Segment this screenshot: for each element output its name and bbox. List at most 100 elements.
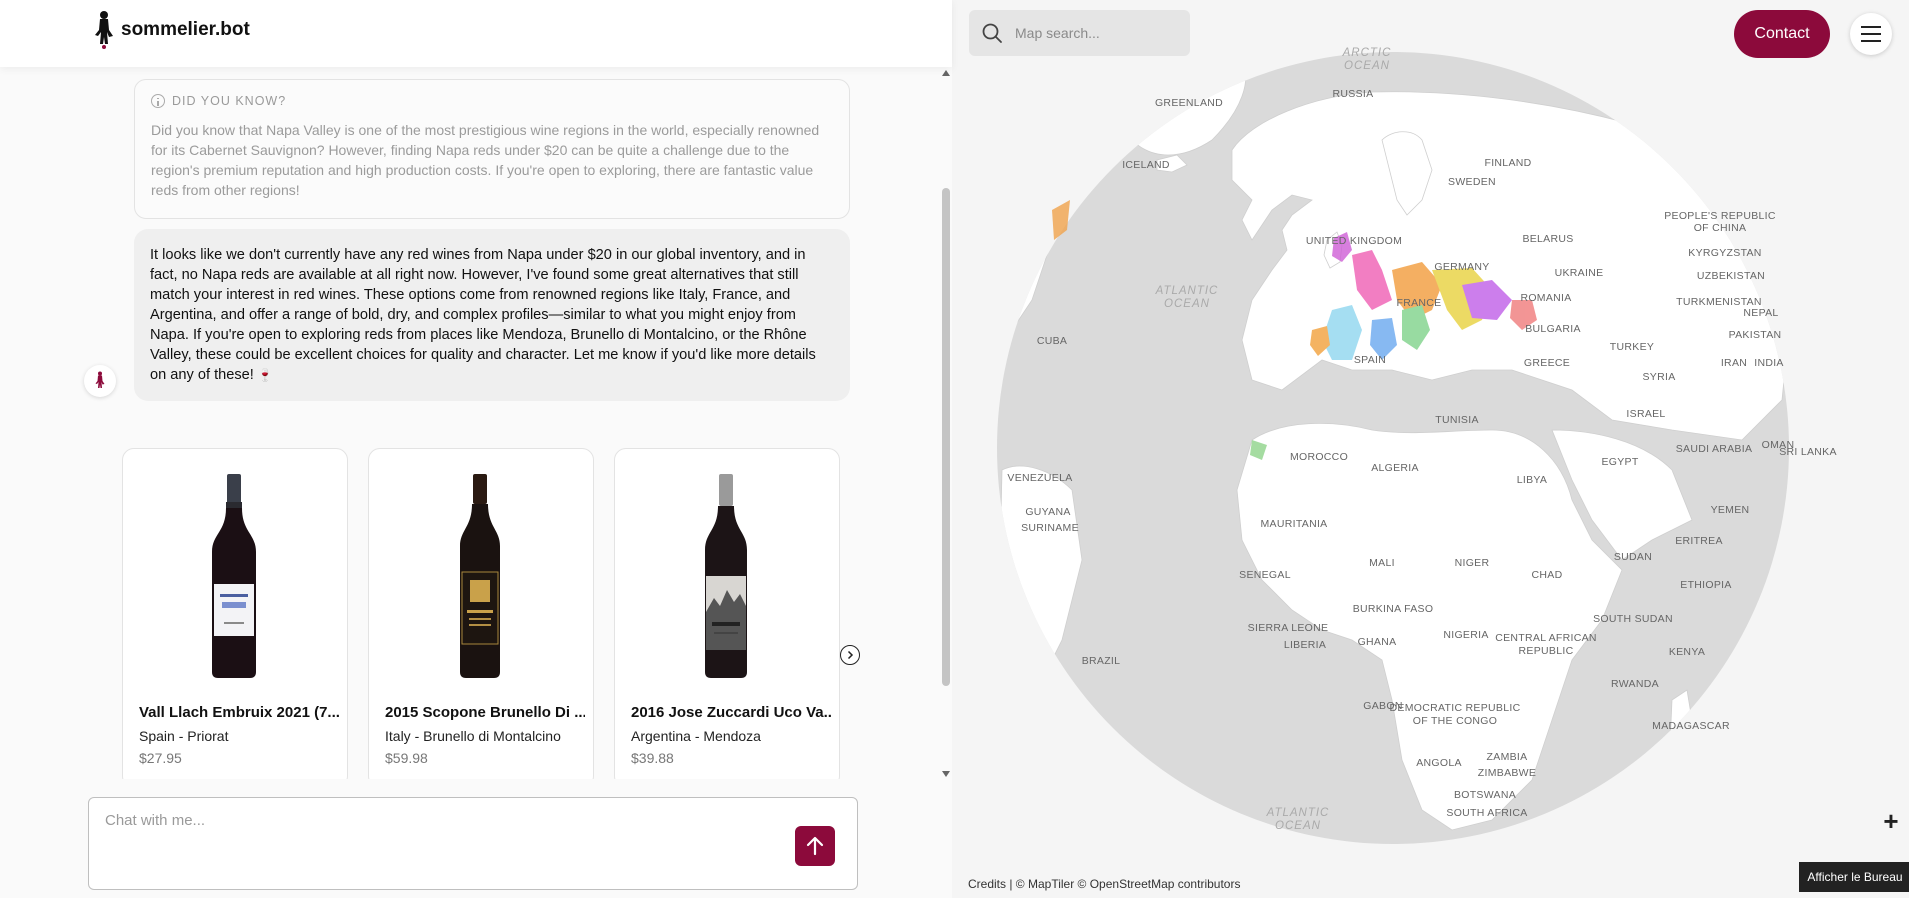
- country-label: ICELAND: [1122, 159, 1170, 171]
- country-label: GERMANY: [1434, 261, 1489, 273]
- country-label: ISRAEL: [1626, 408, 1665, 420]
- country-label: SUDAN: [1614, 551, 1652, 563]
- wine-bottle-image: [159, 465, 309, 689]
- country-label: SOUTH SUDAN: [1593, 613, 1673, 625]
- map-search-input[interactable]: [1015, 25, 1175, 41]
- country-label: BULGARIA: [1525, 323, 1581, 335]
- country-label: SYRIA: [1642, 371, 1675, 383]
- wine-carousel: Vall Llach Embruix 2021 (7... Spain - Pr…: [122, 448, 882, 779]
- chat-pane: sommelier.bot DID YOU KNOW? Did you know…: [0, 0, 952, 898]
- bot-message-text: It looks like we don't currently have an…: [150, 247, 816, 383]
- wine-card[interactable]: 2015 Scopone Brunello Di ... Italy - Bru…: [368, 448, 594, 779]
- sommelier-logo-icon: [95, 11, 113, 49]
- country-label: NEPAL: [1743, 307, 1778, 319]
- country-label: EGYPT: [1601, 456, 1638, 468]
- country-label: IRAN: [1721, 357, 1747, 369]
- wine-name: 2015 Scopone Brunello Di ...: [385, 704, 585, 721]
- wine-region: Spain - Priorat: [139, 728, 229, 744]
- country-label: INDIA: [1754, 357, 1784, 369]
- wine-bottle-image: [405, 465, 555, 689]
- country-label: ROMANIA: [1520, 292, 1571, 304]
- menu-line: [1861, 26, 1881, 28]
- country-label: BOTSWANA: [1454, 789, 1516, 801]
- country-label: VENEZUELA: [1007, 472, 1072, 484]
- scrollbar-thumb[interactable]: [942, 188, 950, 686]
- country-label: FRANCE: [1397, 297, 1442, 309]
- wine-name: Vall Llach Embruix 2021 (7...: [139, 704, 339, 721]
- send-button[interactable]: [795, 826, 835, 866]
- country-label: OF THE CONGO: [1413, 715, 1498, 727]
- sommelier-avatar-icon: [95, 371, 105, 388]
- wine-price: $39.88: [631, 750, 674, 766]
- country-label: MADAGASCAR: [1652, 720, 1730, 732]
- country-label: ZAMBIA: [1487, 751, 1528, 763]
- country-label: CENTRAL AFRICAN: [1495, 632, 1597, 644]
- bot-avatar: [84, 365, 116, 397]
- ocean-label: OCEAN: [1344, 60, 1390, 72]
- ocean-label: ATLANTIC: [1266, 807, 1330, 819]
- country-label: UZBEKISTAN: [1697, 270, 1765, 282]
- info-icon: [151, 94, 165, 108]
- globe-map[interactable]: ARCTIC OCEAN ATLANTIC OCEAN ATLANTIC OCE…: [952, 0, 1909, 898]
- country-label: RUSSIA: [1333, 88, 1374, 100]
- country-label: GUYANA: [1025, 506, 1070, 518]
- map-attribution[interactable]: Credits | © MapTiler © OpenStreetMap con…: [968, 877, 1240, 891]
- contact-button[interactable]: Contact: [1734, 10, 1830, 58]
- afficher-le-bureau-tooltip: Afficher le Bureau: [1799, 862, 1909, 892]
- scroll-up-arrow[interactable]: [942, 70, 950, 76]
- country-label: CHAD: [1532, 569, 1563, 581]
- hamburger-menu-button[interactable]: [1850, 13, 1892, 55]
- wine-name: 2016 Jose Zuccardi Uco Va...: [631, 704, 831, 721]
- country-label: ETHIOPIA: [1680, 579, 1731, 591]
- country-label: SRI LANKA: [1779, 446, 1837, 458]
- country-label: UNITED KINGDOM: [1306, 235, 1402, 247]
- country-label: LIBYA: [1517, 474, 1548, 486]
- wine-region: Italy - Brunello di Montalcino: [385, 728, 561, 744]
- country-label: PEOPLE'S REPUBLIC: [1664, 210, 1776, 222]
- country-label: UKRAINE: [1555, 267, 1604, 279]
- scroll-down-arrow[interactable]: [942, 771, 950, 777]
- chat-input-box: [88, 797, 858, 890]
- country-label: OF CHINA: [1694, 222, 1747, 234]
- chat-thread[interactable]: DID YOU KNOW? Did you know that Napa Val…: [0, 67, 952, 779]
- country-label: FINLAND: [1484, 157, 1531, 169]
- country-label: KYRGYZSTAN: [1688, 247, 1761, 259]
- country-label: BRAZIL: [1082, 655, 1121, 667]
- country-label: ANGOLA: [1416, 757, 1462, 769]
- header: sommelier.bot: [0, 0, 952, 67]
- map-search-box[interactable]: [969, 10, 1190, 56]
- country-label: YEMEN: [1711, 504, 1750, 516]
- carousel-next-button[interactable]: [840, 645, 860, 665]
- country-label: LIBERIA: [1284, 639, 1326, 651]
- zoom-in-button[interactable]: +: [1877, 806, 1905, 836]
- country-label: DEMOCRATIC REPUBLIC: [1390, 702, 1521, 714]
- menu-line: [1861, 40, 1881, 42]
- country-label: TURKEY: [1610, 341, 1654, 353]
- did-you-know-card: DID YOU KNOW? Did you know that Napa Val…: [134, 79, 850, 219]
- country-label: MALI: [1369, 557, 1395, 569]
- country-label: ZIMBABWE: [1478, 767, 1536, 779]
- chat-input[interactable]: [105, 812, 795, 829]
- country-label: SAUDI ARABIA: [1676, 443, 1753, 455]
- country-label: GHANA: [1358, 636, 1397, 648]
- ocean-label: ARCTIC: [1342, 47, 1392, 59]
- country-label: GREENLAND: [1155, 97, 1223, 109]
- country-label: BURKINA FASO: [1353, 603, 1434, 615]
- search-icon: [982, 23, 1002, 43]
- country-label: SPAIN: [1354, 354, 1386, 366]
- country-label: SIERRA LEONE: [1248, 622, 1329, 634]
- logo[interactable]: sommelier.bot: [91, 10, 250, 50]
- chevron-right-icon: [847, 650, 854, 660]
- map-pane[interactable]: ARCTIC OCEAN ATLANTIC OCEAN ATLANTIC OCE…: [952, 0, 1909, 898]
- country-label: RWANDA: [1611, 678, 1659, 690]
- wine-card[interactable]: Vall Llach Embruix 2021 (7... Spain - Pr…: [122, 448, 348, 779]
- wine-glass-icon: 🍷: [257, 368, 273, 382]
- ocean-label: OCEAN: [1275, 820, 1321, 832]
- arrow-up-icon: [806, 836, 824, 856]
- ocean-label: ATLANTIC: [1155, 285, 1219, 297]
- country-label: ALGERIA: [1371, 462, 1419, 474]
- menu-line: [1861, 33, 1881, 35]
- wine-card[interactable]: 2016 Jose Zuccardi Uco Va... Argentina -…: [614, 448, 840, 779]
- country-label: TUNISIA: [1435, 414, 1479, 426]
- did-you-know-body: Did you know that Napa Valley is one of …: [151, 122, 820, 198]
